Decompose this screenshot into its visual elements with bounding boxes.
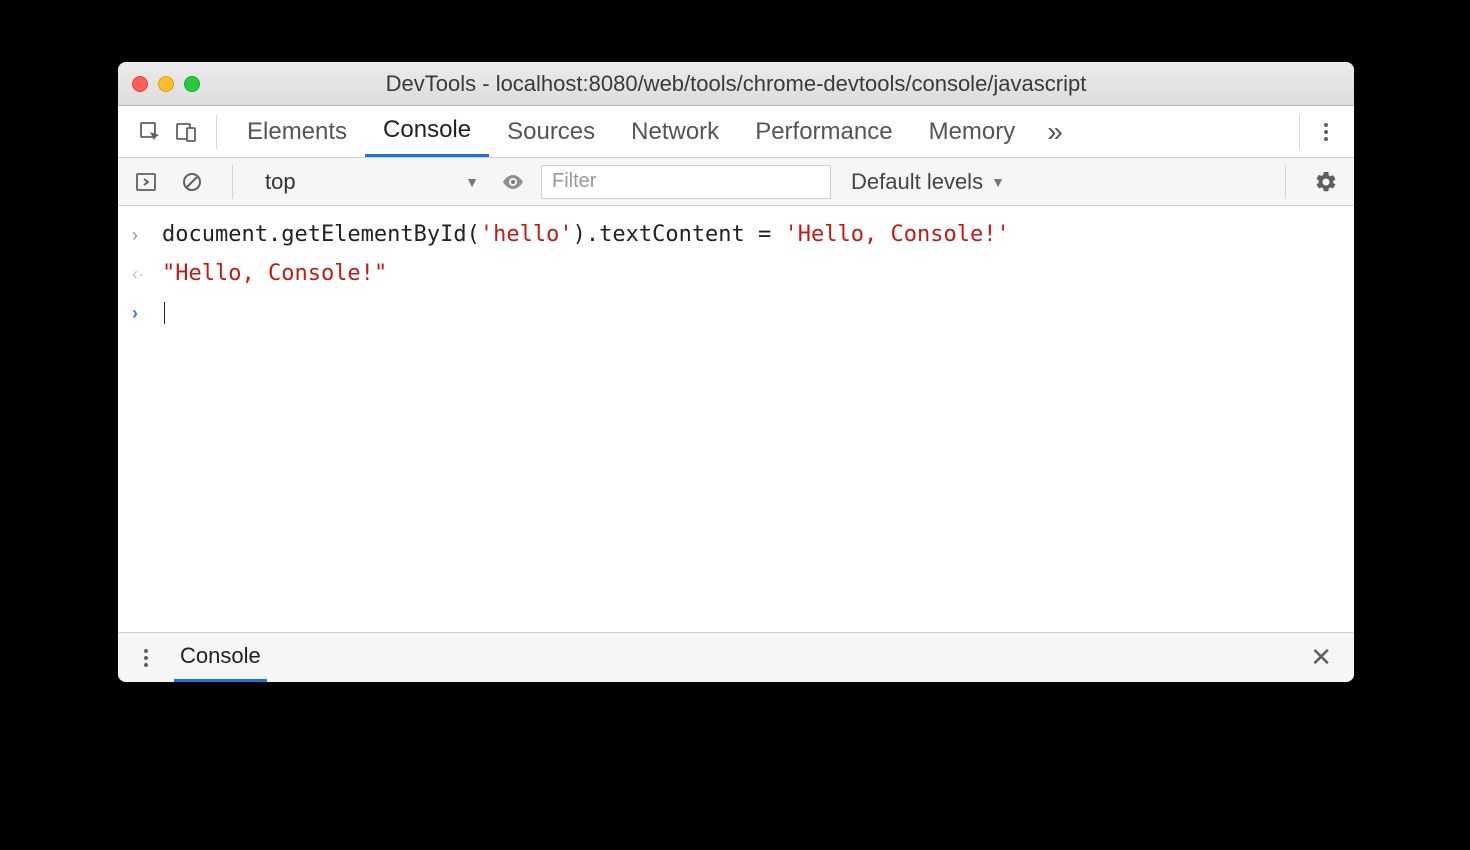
traffic-lights	[132, 76, 200, 92]
prompt-marker-icon: ›	[132, 301, 150, 326]
console-toolbar: top ▼ Default levels ▼	[118, 158, 1354, 206]
console-prompt-row[interactable]: ›	[118, 294, 1354, 333]
live-expression-icon[interactable]	[495, 164, 531, 200]
drawer-menu-icon[interactable]	[132, 649, 160, 667]
tab-elements[interactable]: Elements	[229, 106, 365, 157]
drawer-tab-console[interactable]: Console	[174, 633, 267, 682]
inspect-element-icon[interactable]	[132, 114, 168, 150]
console-prompt-input[interactable]	[162, 298, 165, 329]
window-title: DevTools - localhost:8080/web/tools/chro…	[118, 71, 1354, 97]
panel-tabs: Elements Console Sources Network Perform…	[118, 106, 1354, 158]
close-drawer-icon[interactable]: ✕	[1302, 642, 1340, 673]
devtools-window: DevTools - localhost:8080/web/tools/chro…	[118, 62, 1354, 682]
tab-performance[interactable]: Performance	[737, 106, 910, 157]
tab-sources[interactable]: Sources	[489, 106, 613, 157]
separator	[216, 115, 217, 149]
output-marker-icon: ‹·	[132, 262, 150, 287]
console-output[interactable]: › document.getElementById('hello').textC…	[118, 206, 1354, 632]
separator	[1299, 115, 1300, 149]
tab-memory[interactable]: Memory	[911, 106, 1034, 157]
tab-network[interactable]: Network	[613, 106, 737, 157]
console-settings-icon[interactable]	[1308, 164, 1344, 200]
console-result-row: ‹· "Hello, Console!"	[118, 255, 1354, 294]
console-result: "Hello, Console!"	[162, 259, 387, 290]
more-tabs-icon[interactable]: »	[1033, 116, 1077, 148]
context-value: top	[265, 169, 296, 195]
device-toolbar-icon[interactable]	[168, 114, 204, 150]
drawer: Console ✕	[118, 632, 1354, 682]
console-sidebar-toggle-icon[interactable]	[128, 164, 164, 200]
settings-menu-icon[interactable]	[1312, 123, 1340, 141]
tab-console[interactable]: Console	[365, 106, 489, 157]
maximize-window-button[interactable]	[184, 76, 200, 92]
log-levels-select[interactable]: Default levels ▼	[841, 169, 1015, 195]
console-command: document.getElementById('hello').textCon…	[162, 220, 1010, 251]
titlebar: DevTools - localhost:8080/web/tools/chro…	[118, 62, 1354, 106]
input-marker-icon: ›	[132, 223, 150, 248]
separator	[232, 165, 233, 199]
clear-console-icon[interactable]	[174, 164, 210, 200]
levels-label: Default levels	[851, 169, 983, 195]
close-window-button[interactable]	[132, 76, 148, 92]
execution-context-select[interactable]: top ▼	[255, 169, 485, 195]
chevron-down-icon: ▼	[991, 174, 1005, 190]
separator	[1285, 165, 1286, 199]
minimize-window-button[interactable]	[158, 76, 174, 92]
chevron-down-icon: ▼	[465, 174, 479, 190]
filter-input[interactable]	[541, 165, 831, 199]
console-input-row: › document.getElementById('hello').textC…	[118, 216, 1354, 255]
